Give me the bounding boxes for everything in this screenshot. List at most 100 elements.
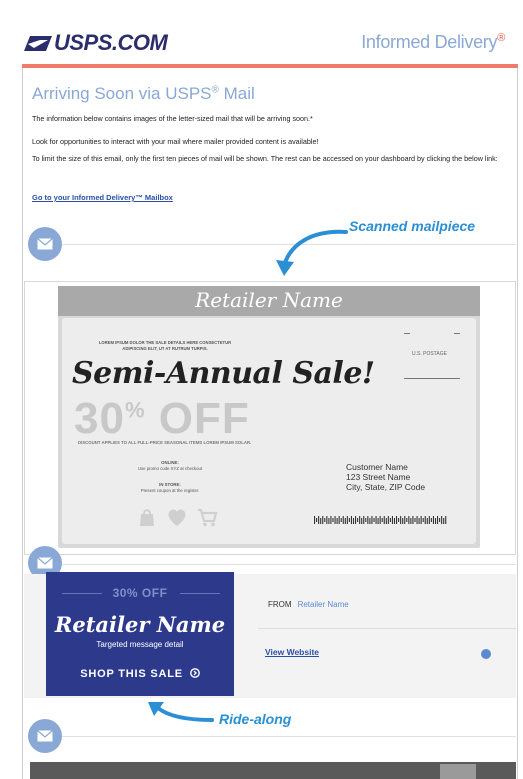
brand-text: Informed Delivery xyxy=(361,32,498,52)
address-name: Customer Name xyxy=(346,462,408,472)
mailpiece-lorem: LOREM IPSUM DOLOR THE SALE DETAILS HERE … xyxy=(98,340,232,351)
barcode-bar xyxy=(430,518,432,522)
barcode-bar xyxy=(359,516,361,524)
barcode-bar xyxy=(355,516,357,524)
callout-arrow-icon xyxy=(148,702,214,722)
barcode-bar xyxy=(434,518,437,524)
ad-retailer-name: Retailer Name xyxy=(54,612,226,637)
barcode-bar xyxy=(369,518,371,524)
barcode-bar xyxy=(389,518,391,522)
barcode-bar xyxy=(344,518,346,524)
brand-mark: ® xyxy=(497,32,505,44)
barcode-bar xyxy=(424,516,426,524)
barcode-bar xyxy=(428,516,430,524)
barcode-bar xyxy=(410,518,412,524)
mailpiece-icons xyxy=(136,506,218,528)
barcode-bar xyxy=(420,516,422,524)
barcode-bar xyxy=(348,518,350,522)
postage-line xyxy=(404,378,460,379)
barcode-bar xyxy=(416,516,418,524)
cart-icon xyxy=(198,508,218,527)
barcode-bar xyxy=(346,516,348,524)
barcode-bar xyxy=(383,516,385,524)
barcode-bar xyxy=(439,518,441,522)
eagle-logo-icon xyxy=(24,36,52,51)
instore-text: Present coupon at the register. xyxy=(140,488,200,493)
title-suffix: Mail xyxy=(218,84,255,103)
intro-paragraph-2: Look for opportunities to interact with … xyxy=(32,137,319,146)
barcode-bar xyxy=(412,516,414,524)
title-mark: ® xyxy=(211,84,219,96)
barcode-bar xyxy=(320,518,322,524)
barcode-bar xyxy=(314,516,316,524)
mailbox-link[interactable]: Go to your Informed Delivery™ Mailbox xyxy=(32,193,173,202)
mail-envelope-icon xyxy=(37,730,53,742)
mail-envelope-icon xyxy=(37,238,53,250)
online-text: Use promo code XYZ at checkout xyxy=(137,466,203,471)
informed-delivery-brand: Informed Delivery® xyxy=(361,32,505,53)
email-header: USPS.COM Informed Delivery® xyxy=(0,0,523,68)
email-title: Arriving Soon via USPS® Mail xyxy=(32,84,255,104)
big-number: 30 xyxy=(74,394,125,443)
barcode-bar xyxy=(328,518,330,524)
barcode-bar xyxy=(381,518,383,522)
barcode-bar xyxy=(398,518,400,522)
big-off: OFF xyxy=(145,394,250,443)
shopping-bag-icon xyxy=(140,509,154,526)
barcode-bar xyxy=(361,518,363,524)
from-line: FROM Retailer Name xyxy=(268,600,349,609)
barcode-bar xyxy=(350,516,352,524)
barcode-bar xyxy=(326,516,328,524)
barcode-bar xyxy=(422,518,424,522)
barcode-bar xyxy=(443,518,445,524)
from-label: FROM xyxy=(268,600,292,609)
postage-mark xyxy=(454,333,460,334)
barcode-bar xyxy=(318,516,320,524)
barcode-bar xyxy=(336,518,338,524)
barcode-bar xyxy=(408,516,410,524)
barcode-bar xyxy=(414,518,416,522)
barcode-bar xyxy=(391,516,393,524)
postage-mark xyxy=(404,333,410,334)
barcode-bar xyxy=(332,518,334,522)
barcode-bar xyxy=(330,516,332,524)
section-divider xyxy=(62,736,516,737)
usps-logo[interactable]: USPS.COM xyxy=(24,30,168,56)
intro-paragraph-3: To limit the size of this email, only th… xyxy=(32,154,498,163)
barcode-bar xyxy=(334,516,336,524)
barcode-bar xyxy=(352,518,355,524)
mailpiece-retailer-name: Retailer Name xyxy=(195,288,343,312)
barcode-bar xyxy=(377,518,379,524)
barcode-bar xyxy=(363,516,365,524)
barcode-bar xyxy=(402,518,404,524)
title-text: Arriving Soon via USPS xyxy=(32,84,212,103)
big-percent: % xyxy=(124,397,146,423)
barcode-bar xyxy=(385,518,387,524)
next-mailpiece-stamp xyxy=(440,764,476,779)
mail-badge xyxy=(28,719,62,753)
barcode-bar xyxy=(371,516,373,524)
mailpiece-discount-text: DISCOUNT APPLIES TO ALL FULL-PRICE SEASO… xyxy=(78,440,252,445)
barcode-bar xyxy=(365,518,367,522)
barcode-bar xyxy=(387,516,389,524)
from-retailer[interactable]: Retailer Name xyxy=(298,600,349,609)
shop-sale-button[interactable]: SHOP THIS SALE xyxy=(46,668,234,680)
mailpiece-address: Customer Name 123 Street Name City, Stat… xyxy=(346,462,425,492)
barcode-bar xyxy=(375,516,377,524)
shop-sale-label: SHOP THIS SALE xyxy=(80,668,183,680)
barcode-bar xyxy=(426,518,428,524)
postage-label: U.S. POSTAGE xyxy=(412,351,447,357)
barcode-bar xyxy=(324,518,326,522)
arrow-circle-right-icon xyxy=(189,668,200,678)
address-city: City, State, ZIP Code xyxy=(346,482,426,492)
barcode-bar xyxy=(445,516,447,524)
barcode-bar xyxy=(396,516,398,524)
ad-detail: Targeted message detail xyxy=(96,640,184,649)
view-website-link[interactable]: View Website xyxy=(265,647,319,657)
barcode-bar xyxy=(342,516,344,524)
barcode-bar xyxy=(400,516,402,524)
address-street: 123 Street Name xyxy=(346,472,411,482)
mailpiece-online: ONLINE: Use promo code XYZ at checkout xyxy=(120,460,220,472)
view-website-arrow-icon[interactable] xyxy=(481,649,491,659)
barcode-bar xyxy=(373,518,375,522)
